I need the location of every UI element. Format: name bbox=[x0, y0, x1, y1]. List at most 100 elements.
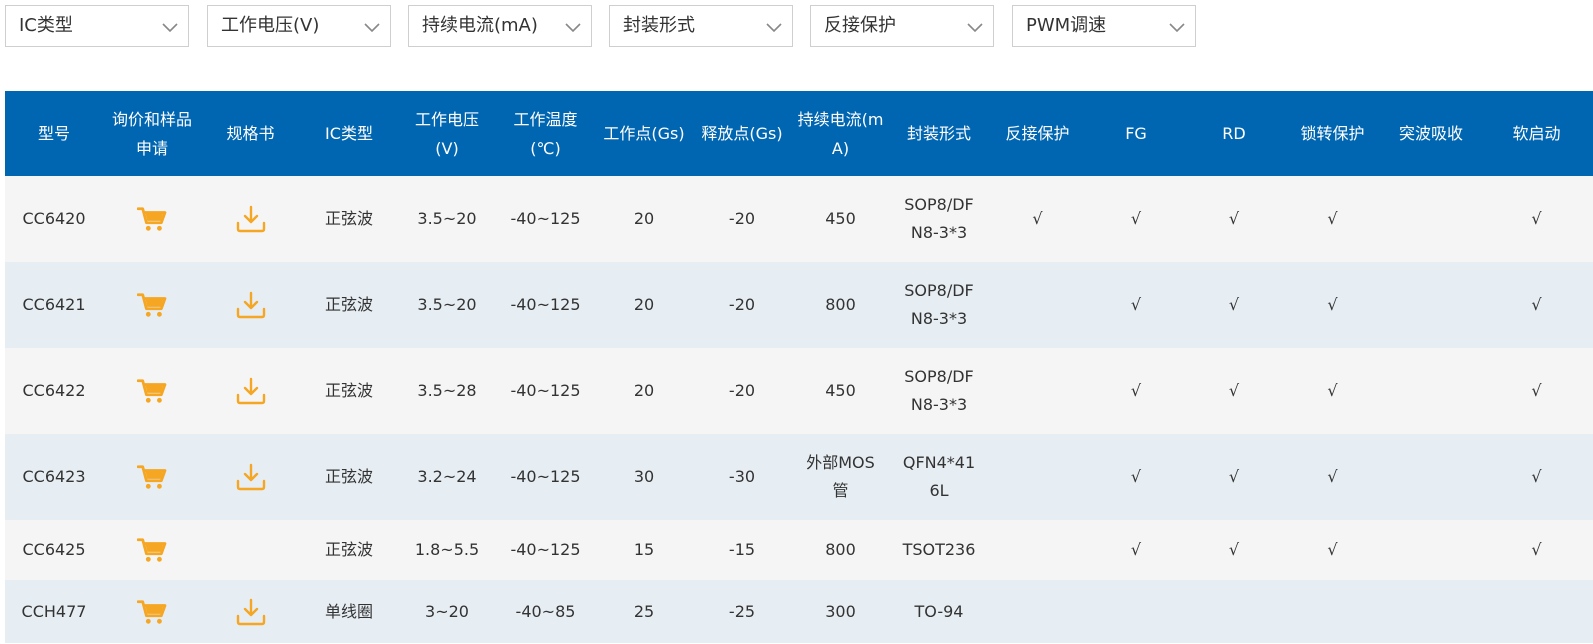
cell-text: -40~125 bbox=[510, 381, 581, 400]
cell-text: 20 bbox=[633, 209, 655, 228]
ic-type-cell: 正弦波 bbox=[300, 348, 398, 434]
cell-text: -40~125 bbox=[510, 295, 581, 314]
chevron-down-icon bbox=[967, 19, 983, 33]
download-icon[interactable] bbox=[235, 598, 267, 626]
voltage-cell: 1.8~5.5 bbox=[398, 520, 496, 580]
cell-text: 正弦波 bbox=[324, 209, 373, 228]
cart-icon[interactable] bbox=[137, 599, 167, 625]
rd-cell: √ bbox=[1185, 520, 1283, 580]
soft-start-cell bbox=[1480, 580, 1593, 643]
lock-protect-cell: √ bbox=[1283, 520, 1382, 580]
reverse-protect-cell bbox=[988, 348, 1087, 434]
temp-cell: -40~125 bbox=[496, 262, 595, 348]
cart-cell bbox=[103, 580, 201, 643]
datasheet-cell bbox=[201, 520, 300, 580]
model-cell: CC6425 bbox=[5, 520, 103, 580]
current-cell: 450 bbox=[791, 348, 890, 434]
header-label: RD bbox=[1222, 124, 1246, 143]
download-icon[interactable] bbox=[235, 463, 267, 491]
package-cell: SOP8/DFN8-3*3 bbox=[890, 176, 988, 262]
download-icon[interactable] bbox=[235, 377, 267, 405]
filter-select[interactable]: 工作电压(V) bbox=[207, 5, 391, 47]
cell-text: TO-94 bbox=[914, 601, 964, 621]
cart-cell bbox=[103, 262, 201, 348]
chevron-down-icon bbox=[565, 19, 581, 33]
header-label: 工作电压(V) bbox=[414, 109, 479, 158]
current-cell: 800 bbox=[791, 520, 890, 580]
cell-text: -40~85 bbox=[515, 601, 576, 621]
filter-select[interactable]: 持续电流(mA) bbox=[408, 5, 592, 47]
header-surge-absorb: 突波吸收 bbox=[1382, 91, 1480, 176]
voltage-cell: 3.5~28 bbox=[398, 348, 496, 434]
cart-icon[interactable] bbox=[137, 464, 167, 490]
package-cell: TSOT236 bbox=[890, 520, 988, 580]
ic-type-cell: 正弦波 bbox=[300, 262, 398, 348]
download-icon[interactable] bbox=[235, 205, 267, 233]
cart-icon[interactable] bbox=[137, 206, 167, 232]
release-point-cell: -20 bbox=[693, 262, 791, 348]
cell-text: √ bbox=[1228, 209, 1240, 228]
table-row: CC6425 正弦波 1.8~5.5 -40~125 15 -15 800 TSOT236 √ √… bbox=[5, 520, 1593, 580]
operate-point-cell: 30 bbox=[595, 434, 693, 520]
cell-text: 800 bbox=[825, 295, 856, 314]
download-icon[interactable] bbox=[235, 291, 267, 319]
chevron-down-icon bbox=[766, 19, 782, 33]
ic-type-cell: 正弦波 bbox=[300, 434, 398, 520]
cell-text: SOP8/DFN8-3*3 bbox=[904, 367, 974, 414]
header-current: 持续电流(mA) bbox=[791, 91, 890, 176]
ic-type-cell: 单线圈 bbox=[300, 580, 398, 643]
model-cell: CC6423 bbox=[5, 434, 103, 520]
filter-select[interactable]: 封装形式 bbox=[609, 5, 793, 47]
operate-point-cell: 25 bbox=[595, 580, 693, 643]
cell-text: SOP8/DFN8-3*3 bbox=[904, 281, 974, 328]
header-label: 封装形式 bbox=[906, 124, 971, 143]
cell-text: √ bbox=[1032, 209, 1043, 228]
temp-cell: -40~125 bbox=[496, 434, 595, 520]
cell-text: 单线圈 bbox=[324, 601, 373, 621]
voltage-cell: 3.5~20 bbox=[398, 176, 496, 262]
cart-icon[interactable] bbox=[137, 292, 167, 318]
current-cell: 300 bbox=[791, 580, 890, 643]
cell-text: √ bbox=[1327, 381, 1338, 400]
table-row: CC6420 正弦波 3.5~20 -40~125 20 -20 450 SOP8/DFN8-… bbox=[5, 176, 1593, 262]
filter-label: 封装形式 bbox=[623, 15, 695, 36]
filter-label: 反接保护 bbox=[824, 15, 896, 36]
cell-text: √ bbox=[1228, 381, 1240, 400]
soft-start-cell: √ bbox=[1480, 434, 1593, 520]
filter-select[interactable]: PWM调速 bbox=[1012, 5, 1196, 47]
filter-label: 工作电压(V) bbox=[221, 15, 320, 36]
release-point-cell: -20 bbox=[693, 348, 791, 434]
cell-text: QFN4*416L bbox=[902, 453, 976, 500]
operate-point-cell: 15 bbox=[595, 520, 693, 580]
model-cell: CC6420 bbox=[5, 176, 103, 262]
filter-select[interactable]: IC类型 bbox=[5, 5, 189, 47]
current-cell: 450 bbox=[791, 176, 890, 262]
table-row: CC6421 正弦波 3.5~20 -40~125 20 -20 800 SOP8/DFN8-… bbox=[5, 262, 1593, 348]
filter-select[interactable]: 反接保护 bbox=[810, 5, 994, 47]
cart-icon[interactable] bbox=[137, 378, 167, 404]
voltage-cell: 3~20 bbox=[398, 580, 496, 643]
ic-type-cell: 正弦波 bbox=[300, 520, 398, 580]
header-label: 工作点(Gs) bbox=[603, 124, 685, 143]
header-label: 询价和样品申请 bbox=[111, 109, 192, 158]
filter-label: IC类型 bbox=[19, 15, 73, 36]
datasheet-cell bbox=[201, 434, 300, 520]
cart-icon[interactable] bbox=[137, 537, 167, 563]
cell-text: CC6423 bbox=[22, 467, 86, 486]
header-temp: 工作温度(℃) bbox=[496, 91, 595, 176]
reverse-protect-cell bbox=[988, 434, 1087, 520]
header-datasheet: 规格书 bbox=[201, 91, 300, 176]
cell-text: -25 bbox=[728, 601, 756, 621]
header-ic-type: IC类型 bbox=[300, 91, 398, 176]
cell-text: 3.5~20 bbox=[417, 209, 477, 228]
header-label: 反接保护 bbox=[1005, 124, 1070, 143]
operate-point-cell: 20 bbox=[595, 348, 693, 434]
current-cell: 800 bbox=[791, 262, 890, 348]
operate-point-cell: 20 bbox=[595, 262, 693, 348]
cell-text: 正弦波 bbox=[324, 295, 373, 314]
current-cell: 外部MOS管 bbox=[791, 434, 890, 520]
cell-text: -40~125 bbox=[510, 540, 581, 559]
cell-text: √ bbox=[1327, 540, 1338, 559]
soft-start-cell: √ bbox=[1480, 348, 1593, 434]
cell-text: 450 bbox=[825, 381, 856, 400]
